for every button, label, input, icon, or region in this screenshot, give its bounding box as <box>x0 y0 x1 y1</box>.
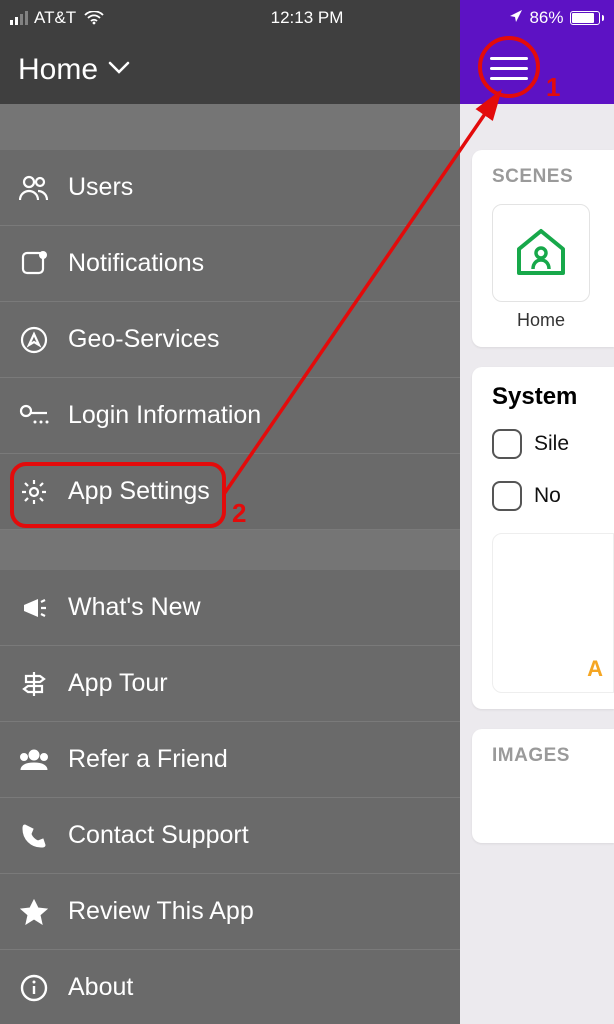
menu-item-refer-friend[interactable]: Refer a Friend <box>0 722 460 798</box>
images-card: IMAGES <box>472 729 614 843</box>
side-menu: Users Notifications Geo-Services Login I… <box>0 150 460 1024</box>
menu-item-login-information[interactable]: Login Information <box>0 378 460 454</box>
battery-pct-label: 86% <box>529 8 563 28</box>
system-header: System <box>492 383 614 411</box>
scenes-header: SCENES <box>492 166 614 188</box>
menu-label: Contact Support <box>68 821 249 850</box>
chevron-down-icon[interactable] <box>108 61 130 80</box>
location-arrow-icon <box>509 8 523 28</box>
system-option-1[interactable]: Sile <box>492 429 614 459</box>
group-icon <box>18 744 50 776</box>
menu-label: Review This App <box>68 897 254 926</box>
users-icon <box>18 172 50 204</box>
hamburger-menu-button[interactable] <box>490 50 536 86</box>
phone-icon <box>18 820 50 852</box>
megaphone-icon <box>18 592 50 624</box>
system-card: System Sile No A <box>472 367 614 709</box>
menu-item-review-app[interactable]: Review This App <box>0 874 460 950</box>
status-bar: AT&T 12:13 PM 86% <box>0 0 614 36</box>
menu-item-geo-services[interactable]: Geo-Services <box>0 302 460 378</box>
nav-bar: Home <box>0 36 460 104</box>
menu-label: What's New <box>68 593 201 622</box>
menu-item-whats-new[interactable]: What's New <box>0 570 460 646</box>
option-label: No <box>534 484 561 508</box>
scene-tile-home[interactable] <box>492 204 590 302</box>
menu-item-app-settings[interactable]: App Settings <box>0 454 460 530</box>
clock-label: 12:13 PM <box>271 8 344 28</box>
menu-item-notifications[interactable]: Notifications <box>0 226 460 302</box>
signpost-icon <box>18 668 50 700</box>
info-icon <box>18 972 50 1004</box>
system-accent-tile[interactable]: A <box>492 533 614 693</box>
key-icon <box>18 400 50 432</box>
menu-label: Geo-Services <box>68 325 219 354</box>
menu-label: Login Information <box>68 401 261 430</box>
star-icon <box>18 896 50 928</box>
accent-label: A <box>587 656 603 682</box>
nav-title[interactable]: Home <box>18 53 98 87</box>
menu-label: Users <box>68 173 133 202</box>
menu-top-spacer <box>0 104 460 150</box>
scenes-card: SCENES Home <box>472 150 614 347</box>
scene-label: Home <box>492 310 590 331</box>
header-right-panel <box>460 36 614 104</box>
compass-icon <box>18 324 50 356</box>
menu-divider <box>0 530 460 570</box>
gear-icon <box>18 476 50 508</box>
wifi-icon <box>84 11 104 25</box>
option-label: Sile <box>534 432 569 456</box>
menu-item-app-tour[interactable]: App Tour <box>0 646 460 722</box>
menu-label: App Tour <box>68 669 168 698</box>
images-header: IMAGES <box>492 745 614 767</box>
menu-label: App Settings <box>68 477 210 506</box>
system-option-2[interactable]: No <box>492 481 614 511</box>
checkbox-icon[interactable] <box>492 481 522 511</box>
background-panel: SCENES Home System Sile No <box>460 104 614 1024</box>
battery-icon <box>570 11 605 25</box>
cell-signal-icon <box>10 11 28 25</box>
menu-label: Notifications <box>68 249 204 278</box>
home-icon <box>513 225 569 282</box>
menu-label: About <box>68 973 133 1002</box>
carrier-label: AT&T <box>34 8 76 28</box>
checkbox-icon[interactable] <box>492 429 522 459</box>
menu-item-users[interactable]: Users <box>0 150 460 226</box>
menu-item-contact-support[interactable]: Contact Support <box>0 798 460 874</box>
menu-item-about[interactable]: About <box>0 950 460 1024</box>
notification-icon <box>18 248 50 280</box>
menu-label: Refer a Friend <box>68 745 228 774</box>
